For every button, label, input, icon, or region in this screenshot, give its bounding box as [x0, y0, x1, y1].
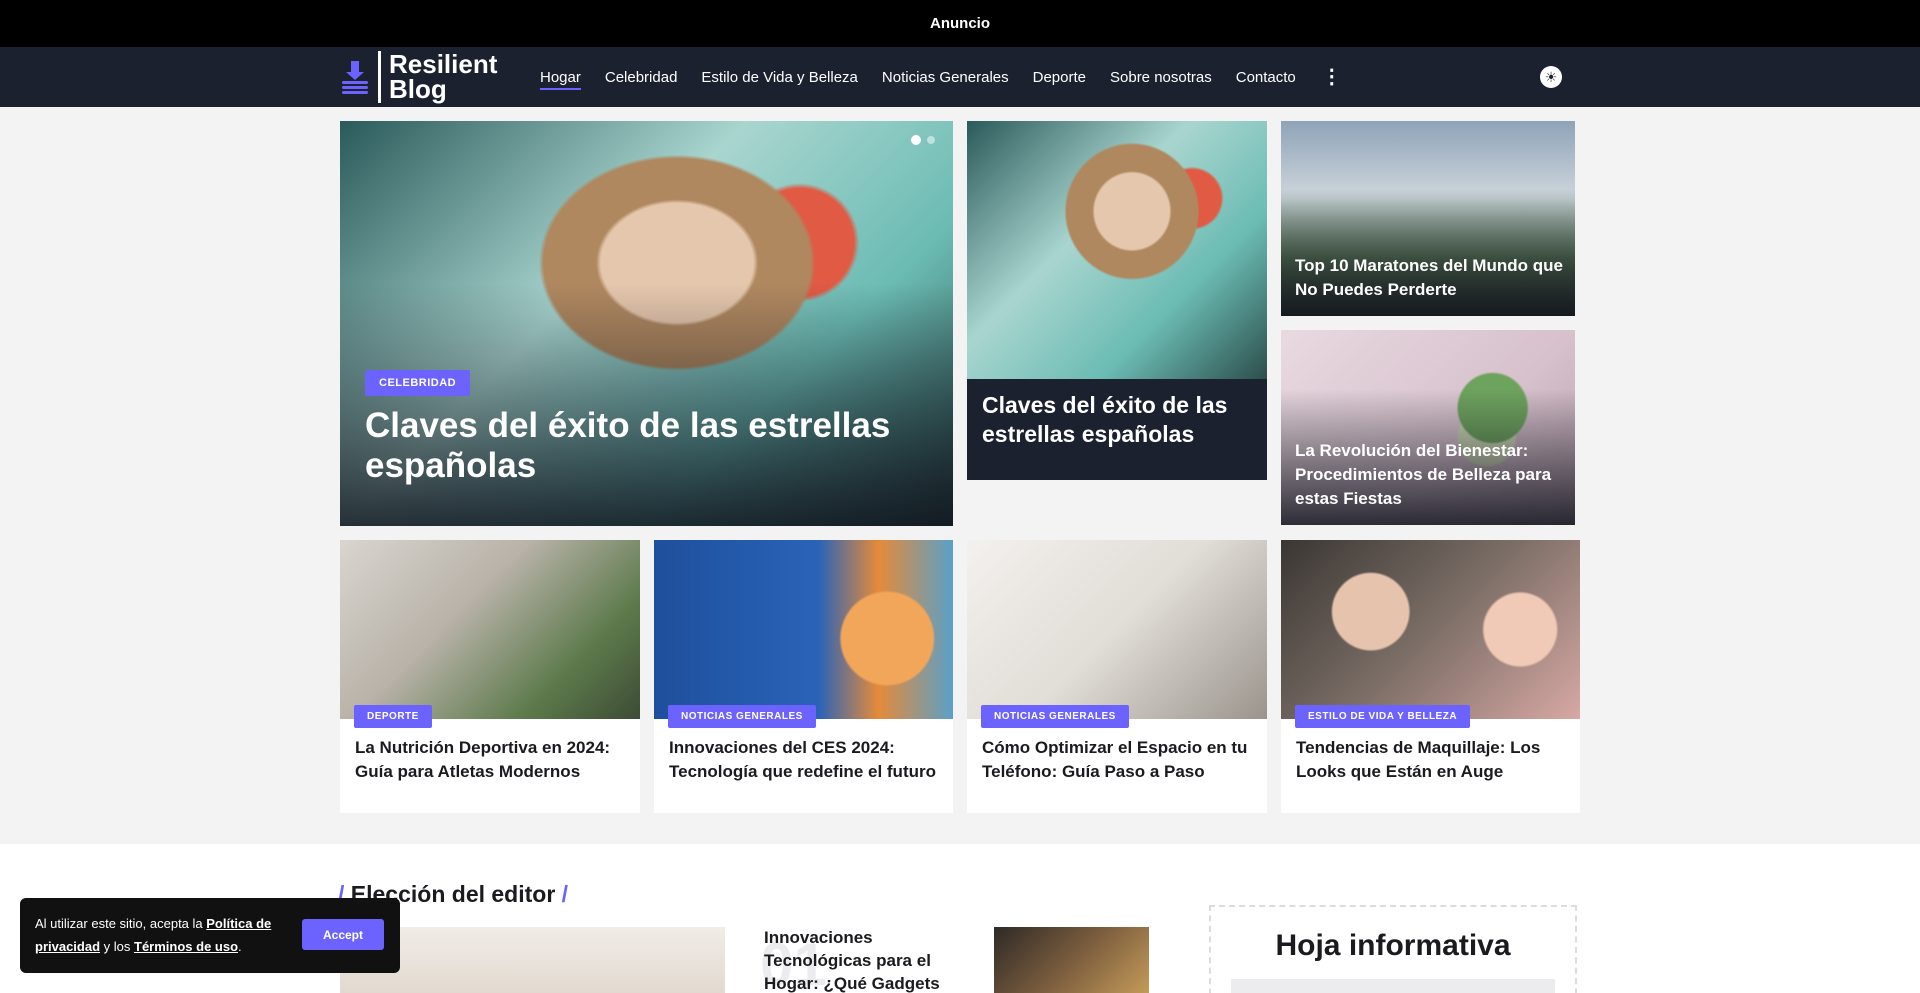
nav-item-noticias-generales[interactable]: Noticias Generales: [882, 69, 1009, 86]
cookie-text: Al utilizar este sitio, acepta la: [35, 916, 207, 931]
article-image: [967, 540, 1267, 719]
nav-item-hogar[interactable]: Hogar: [540, 69, 581, 90]
featured-side-bottom-card[interactable]: La Revolución del Bienestar: Procedimien…: [1281, 330, 1575, 525]
editor-item-image[interactable]: [994, 927, 1149, 993]
article-image: [654, 540, 953, 719]
article-title[interactable]: Innovaciones del CES 2024: Tecnología qu…: [669, 736, 941, 784]
editor-item-title[interactable]: Innovaciones Tecnológicas para el Hogar:…: [764, 926, 984, 993]
featured-second-card[interactable]: Claves del éxito de las estrellas españo…: [967, 121, 1267, 480]
category-badge[interactable]: CELEBRIDAD: [365, 370, 471, 396]
article-image: [340, 540, 640, 719]
category-badge[interactable]: DEPORTE: [354, 705, 432, 728]
article-title[interactable]: Tendencias de Maquillaje: Los Looks que …: [1296, 736, 1568, 784]
featured-second-title[interactable]: Claves del éxito de las estrellas españo…: [982, 391, 1252, 449]
article-title[interactable]: La Nutrición Deportiva en 2024: Guía par…: [355, 736, 628, 784]
category-badge[interactable]: NOTICIAS GENERALES: [981, 705, 1129, 728]
nav-item-estilo-de-vida[interactable]: Estilo de Vida y Belleza: [701, 69, 857, 86]
sun-icon: ☀: [1540, 66, 1562, 88]
newsletter-email-input[interactable]: [1231, 979, 1555, 993]
slider-dots[interactable]: [905, 135, 935, 145]
article-card[interactable]: NOTICIAS GENERALES Innovaciones del CES …: [654, 540, 953, 813]
nav-item-celebridad[interactable]: Celebridad: [605, 69, 678, 86]
slider-dot[interactable]: [927, 136, 935, 144]
article-card[interactable]: NOTICIAS GENERALES Cómo Optimizar el Esp…: [967, 540, 1267, 813]
ad-bar: Anuncio: [0, 0, 1920, 47]
cookie-banner: Al utilizar este sitio, acepta la Políti…: [20, 898, 400, 973]
category-badge[interactable]: NOTICIAS GENERALES: [668, 705, 816, 728]
newsletter-title: Hoja informativa: [1275, 929, 1511, 962]
logo-text: Resilient Blog: [389, 51, 497, 104]
article-title[interactable]: Cómo Optimizar el Espacio en tu Teléfono…: [982, 736, 1255, 784]
more-vertical-icon[interactable]: ⋮: [1322, 67, 1342, 87]
featured-side-top-card[interactable]: Top 10 Maratones del Mundo que No Puedes…: [1281, 121, 1575, 316]
cookie-message: Al utilizar este sitio, acepta la Políti…: [35, 912, 295, 958]
article-image: [1281, 540, 1580, 719]
logo-download-icon: [340, 61, 370, 94]
logo-divider: [378, 51, 381, 103]
main-nav: Hogar Celebridad Estilo de Vida y Bellez…: [540, 47, 1342, 107]
terms-of-use-link[interactable]: Términos de uso: [134, 939, 238, 954]
featured-main-title[interactable]: Claves del éxito de las estrellas españo…: [365, 406, 905, 486]
nav-item-deporte[interactable]: Deporte: [1033, 69, 1086, 86]
accept-cookies-button[interactable]: Accept: [302, 919, 384, 950]
featured-second-image: [967, 121, 1267, 379]
nav-item-sobre-nosotras[interactable]: Sobre nosotras: [1110, 69, 1212, 86]
cookie-text: y los: [100, 939, 134, 954]
cookie-text: .: [238, 939, 242, 954]
site-logo[interactable]: Resilient Blog: [340, 51, 497, 103]
newsletter-box: Hoja informativa: [1209, 905, 1577, 993]
article-card[interactable]: ESTILO DE VIDA Y BELLEZA Tendencias de M…: [1281, 540, 1580, 813]
slider-dot-active[interactable]: [911, 135, 921, 145]
category-badge[interactable]: ESTILO DE VIDA Y BELLEZA: [1295, 705, 1471, 728]
logo-line-2: Blog: [389, 74, 447, 104]
image-overlay: [340, 283, 953, 526]
ad-label: Anuncio: [930, 15, 990, 32]
theme-toggle[interactable]: ☀: [1538, 64, 1582, 90]
article-card[interactable]: DEPORTE La Nutrición Deportiva en 2024: …: [340, 540, 640, 813]
featured-side-top-title[interactable]: Top 10 Maratones del Mundo que No Puedes…: [1295, 254, 1565, 302]
nav-item-contacto[interactable]: Contacto: [1236, 69, 1296, 86]
featured-side-bottom-title[interactable]: La Revolución del Bienestar: Procedimien…: [1295, 439, 1565, 511]
featured-main-card[interactable]: CELEBRIDAD Claves del éxito de las estre…: [340, 121, 953, 526]
title-slash: /: [561, 881, 569, 907]
navbar: Resilient Blog Hogar Celebridad Estilo d…: [0, 47, 1920, 107]
